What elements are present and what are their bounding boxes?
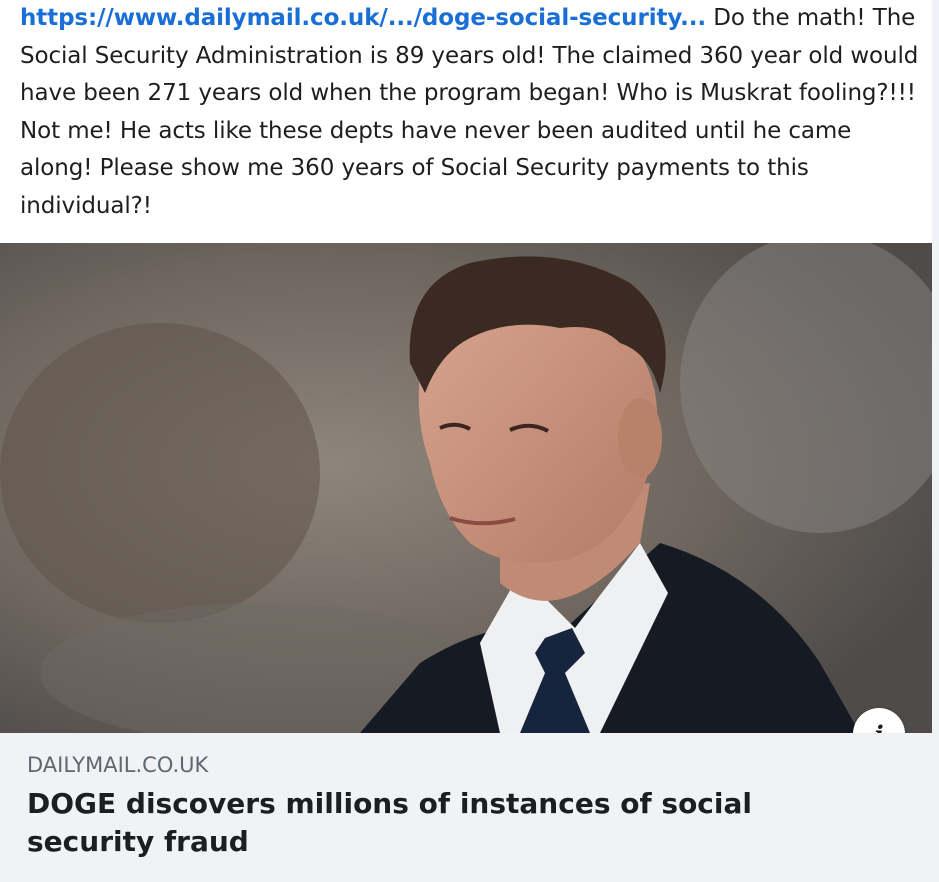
post-link[interactable]: https://www.dailymail.co.uk/.../doge-soc… bbox=[20, 5, 706, 31]
preview-headline[interactable]: DOGE discovers millions of instances of … bbox=[27, 785, 847, 861]
link-preview-card[interactable]: DAILYMAIL.CO.UK DOGE discovers millions … bbox=[0, 733, 932, 882]
link-preview-image[interactable] bbox=[0, 243, 932, 733]
portrait-photo bbox=[0, 243, 932, 733]
post-body-text: Do the math! The Social Security Adminis… bbox=[20, 5, 919, 219]
post-message: https://www.dailymail.co.uk/.../doge-soc… bbox=[20, 0, 925, 225]
feed-background-edge bbox=[932, 0, 939, 882]
preview-domain: DAILYMAIL.CO.UK bbox=[27, 753, 209, 777]
